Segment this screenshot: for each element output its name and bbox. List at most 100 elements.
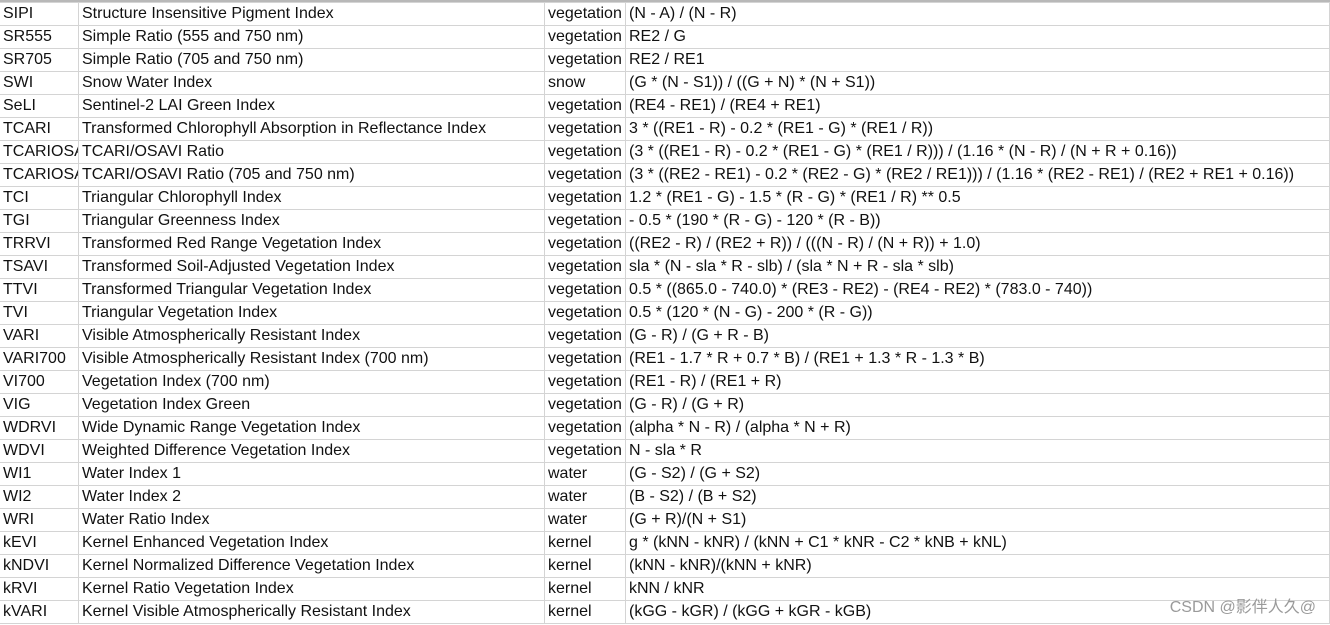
cell-formula[interactable]: (N - A) / (N - R): [625, 2, 1330, 26]
cell-abbreviation[interactable]: TCARI: [0, 117, 79, 141]
cell-name[interactable]: Vegetation Index (700 nm): [78, 370, 545, 394]
cell-formula[interactable]: 3 * ((RE1 - R) - 0.2 * (RE1 - G) * (RE1 …: [625, 117, 1330, 141]
cell-name[interactable]: Triangular Greenness Index: [78, 209, 545, 233]
cell-type[interactable]: vegetation: [544, 25, 626, 49]
cell-type[interactable]: vegetation: [544, 140, 626, 164]
cell-formula[interactable]: (B - S2) / (B + S2): [625, 485, 1330, 509]
cell-name[interactable]: Snow Water Index: [78, 71, 545, 95]
cell-abbreviation[interactable]: VI700: [0, 370, 79, 394]
cell-formula[interactable]: RE2 / RE1: [625, 48, 1330, 72]
cell-type[interactable]: water: [544, 485, 626, 509]
cell-abbreviation[interactable]: WI1: [0, 462, 79, 486]
cell-formula[interactable]: (RE1 - 1.7 * R + 0.7 * B) / (RE1 + 1.3 *…: [625, 347, 1330, 371]
cell-name[interactable]: Triangular Vegetation Index: [78, 301, 545, 325]
cell-formula[interactable]: (G - S2) / (G + S2): [625, 462, 1330, 486]
cell-name[interactable]: Transformed Red Range Vegetation Index: [78, 232, 545, 256]
cell-type[interactable]: vegetation: [544, 2, 626, 26]
cell-type[interactable]: water: [544, 508, 626, 532]
cell-formula[interactable]: sla * (N - sla * R - slb) / (sla * N + R…: [625, 255, 1330, 279]
cell-abbreviation[interactable]: kVARI: [0, 600, 79, 624]
cell-type[interactable]: vegetation: [544, 163, 626, 187]
cell-name[interactable]: Wide Dynamic Range Vegetation Index: [78, 416, 545, 440]
cell-abbreviation[interactable]: TGI: [0, 209, 79, 233]
cell-name[interactable]: Water Ratio Index: [78, 508, 545, 532]
cell-type[interactable]: kernel: [544, 554, 626, 578]
cell-formula[interactable]: (3 * ((RE2 - RE1) - 0.2 * (RE2 - G) * (R…: [625, 163, 1330, 187]
cell-formula[interactable]: 0.5 * (120 * (N - G) - 200 * (R - G)): [625, 301, 1330, 325]
cell-formula[interactable]: (G * (N - S1)) / ((G + N) * (N + S1)): [625, 71, 1330, 95]
cell-type[interactable]: vegetation: [544, 439, 626, 463]
cell-abbreviation[interactable]: TRRVI: [0, 232, 79, 256]
cell-formula[interactable]: 0.5 * ((865.0 - 740.0) * (RE3 - RE2) - (…: [625, 278, 1330, 302]
cell-type[interactable]: vegetation: [544, 232, 626, 256]
cell-abbreviation[interactable]: WDRVI: [0, 416, 79, 440]
cell-name[interactable]: Weighted Difference Vegetation Index: [78, 439, 545, 463]
cell-formula[interactable]: (3 * ((RE1 - R) - 0.2 * (RE1 - G) * (RE1…: [625, 140, 1330, 164]
cell-abbreviation[interactable]: VARI: [0, 324, 79, 348]
cell-abbreviation[interactable]: SR555: [0, 25, 79, 49]
cell-type[interactable]: vegetation: [544, 209, 626, 233]
cell-name[interactable]: Structure Insensitive Pigment Index: [78, 2, 545, 26]
cell-type[interactable]: vegetation: [544, 347, 626, 371]
cell-type[interactable]: vegetation: [544, 48, 626, 72]
cell-abbreviation[interactable]: SIPI: [0, 2, 79, 26]
cell-name[interactable]: Simple Ratio (555 and 750 nm): [78, 25, 545, 49]
cell-abbreviation[interactable]: VARI700: [0, 347, 79, 371]
cell-name[interactable]: Visible Atmospherically Resistant Index …: [78, 347, 545, 371]
cell-name[interactable]: Sentinel-2 LAI Green Index: [78, 94, 545, 118]
cell-abbreviation[interactable]: SeLI: [0, 94, 79, 118]
cell-type[interactable]: vegetation: [544, 255, 626, 279]
cell-abbreviation[interactable]: WDVI: [0, 439, 79, 463]
cell-abbreviation[interactable]: TTVI: [0, 278, 79, 302]
cell-formula[interactable]: ((RE2 - R) / (RE2 + R)) / (((N - R) / (N…: [625, 232, 1330, 256]
cell-formula[interactable]: (RE1 - R) / (RE1 + R): [625, 370, 1330, 394]
cell-formula[interactable]: (RE4 - RE1) / (RE4 + RE1): [625, 94, 1330, 118]
cell-type[interactable]: snow: [544, 71, 626, 95]
cell-name[interactable]: Kernel Enhanced Vegetation Index: [78, 531, 545, 555]
cell-name[interactable]: Visible Atmospherically Resistant Index: [78, 324, 545, 348]
cell-type[interactable]: vegetation: [544, 416, 626, 440]
cell-formula[interactable]: N - sla * R: [625, 439, 1330, 463]
cell-type[interactable]: kernel: [544, 531, 626, 555]
cell-abbreviation[interactable]: TCARIOSAVI: [0, 140, 79, 164]
cell-name[interactable]: TCARI/OSAVI Ratio: [78, 140, 545, 164]
cell-type[interactable]: vegetation: [544, 370, 626, 394]
cell-formula[interactable]: (G - R) / (G + R): [625, 393, 1330, 417]
cell-name[interactable]: Transformed Triangular Vegetation Index: [78, 278, 545, 302]
cell-formula[interactable]: (G - R) / (G + R - B): [625, 324, 1330, 348]
cell-type[interactable]: vegetation: [544, 393, 626, 417]
cell-type[interactable]: vegetation: [544, 117, 626, 141]
cell-name[interactable]: Kernel Ratio Vegetation Index: [78, 577, 545, 601]
cell-abbreviation[interactable]: TCI: [0, 186, 79, 210]
cell-formula[interactable]: (kNN - kNR)/(kNN + kNR): [625, 554, 1330, 578]
cell-type[interactable]: vegetation: [544, 278, 626, 302]
cell-abbreviation[interactable]: TCARIOSAVI705: [0, 163, 79, 187]
cell-formula[interactable]: (G + R)/(N + S1): [625, 508, 1330, 532]
cell-name[interactable]: Triangular Chlorophyll Index: [78, 186, 545, 210]
cell-abbreviation[interactable]: SWI: [0, 71, 79, 95]
cell-name[interactable]: Kernel Normalized Difference Vegetation …: [78, 554, 545, 578]
cell-type[interactable]: vegetation: [544, 324, 626, 348]
cell-formula[interactable]: - 0.5 * (190 * (R - G) - 120 * (R - B)): [625, 209, 1330, 233]
cell-formula[interactable]: RE2 / G: [625, 25, 1330, 49]
cell-type[interactable]: kernel: [544, 577, 626, 601]
cell-name[interactable]: Water Index 2: [78, 485, 545, 509]
cell-abbreviation[interactable]: SR705: [0, 48, 79, 72]
cell-name[interactable]: Kernel Visible Atmospherically Resistant…: [78, 600, 545, 624]
cell-abbreviation[interactable]: WRI: [0, 508, 79, 532]
cell-name[interactable]: Transformed Soil-Adjusted Vegetation Ind…: [78, 255, 545, 279]
cell-formula[interactable]: g * (kNN - kNR) / (kNN + C1 * kNR - C2 *…: [625, 531, 1330, 555]
cell-name[interactable]: Transformed Chlorophyll Absorption in Re…: [78, 117, 545, 141]
cell-abbreviation[interactable]: TSAVI: [0, 255, 79, 279]
cell-name[interactable]: Vegetation Index Green: [78, 393, 545, 417]
cell-name[interactable]: Water Index 1: [78, 462, 545, 486]
cell-formula[interactable]: 1.2 * (RE1 - G) - 1.5 * (R - G) * (RE1 /…: [625, 186, 1330, 210]
cell-abbreviation[interactable]: WI2: [0, 485, 79, 509]
cell-abbreviation[interactable]: kNDVI: [0, 554, 79, 578]
cell-abbreviation[interactable]: kRVI: [0, 577, 79, 601]
cell-abbreviation[interactable]: kEVI: [0, 531, 79, 555]
cell-formula[interactable]: (alpha * N - R) / (alpha * N + R): [625, 416, 1330, 440]
cell-name[interactable]: Simple Ratio (705 and 750 nm): [78, 48, 545, 72]
cell-type[interactable]: vegetation: [544, 94, 626, 118]
cell-type[interactable]: vegetation: [544, 186, 626, 210]
